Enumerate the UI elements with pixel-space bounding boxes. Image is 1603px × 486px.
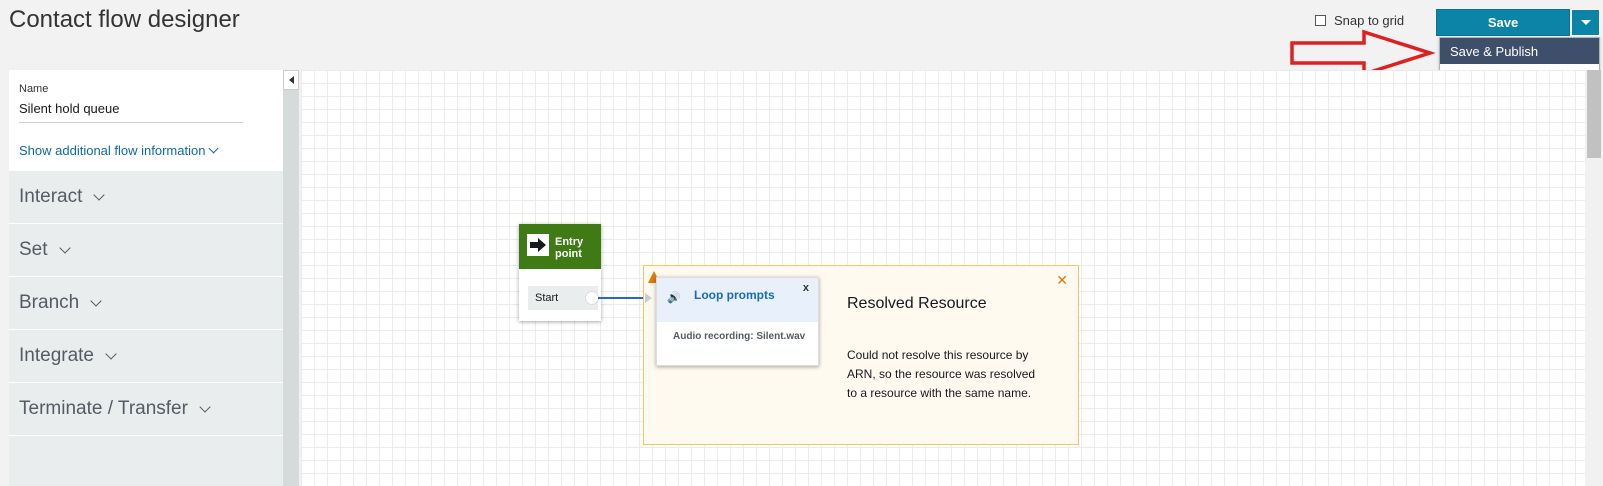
snap-to-grid-toggle[interactable]: Snap to grid [1315, 13, 1404, 28]
menu-item-save-publish[interactable]: Save & Publish [1440, 38, 1599, 64]
flow-name-field[interactable]: Silent hold queue [19, 101, 119, 116]
chevron-down-icon [1580, 20, 1591, 25]
entry-point-block[interactable]: Entry point Start [519, 224, 601, 321]
connector-arrowhead [645, 293, 652, 303]
section-integrate[interactable]: Integrate [9, 329, 283, 382]
loop-prompts-audio: Audio recording: Silent.wav [673, 331, 806, 342]
snap-checkbox[interactable] [1315, 15, 1326, 26]
chevron-down-icon [199, 401, 211, 413]
name-underline [19, 122, 243, 123]
section-empty [9, 435, 283, 486]
warning-title: Resolved Resource [847, 295, 987, 312]
speaker-loop-icon: 🔊 [667, 292, 681, 304]
show-additional-info-label: Show additional flow information [19, 143, 206, 158]
snap-label: Snap to grid [1334, 13, 1405, 28]
entry-title-line1: Entry [555, 236, 584, 248]
section-label: Integrate [19, 345, 94, 366]
chevron-down-icon [90, 295, 102, 307]
collapse-panel-button[interactable] [283, 70, 299, 90]
loop-prompts-block[interactable]: 🔊 Loop prompts x Audio recording: Silent… [656, 277, 819, 366]
block-library-panel: Name Silent hold queue Show additional f… [9, 70, 283, 486]
close-icon[interactable]: x [803, 282, 809, 294]
section-label: Branch [19, 292, 80, 313]
section-interact[interactable]: Interact [9, 170, 283, 223]
entry-point-title: Entry point [555, 236, 583, 260]
warning-message: Could not resolve this resource by ARN, … [847, 348, 1036, 400]
page-title: Contact flow designer [9, 6, 240, 33]
chevron-down-icon [93, 189, 106, 201]
section-label: Terminate / Transfer [19, 398, 188, 419]
entry-point-header: Entry point [519, 224, 601, 269]
scrollbar-thumb[interactable] [1587, 70, 1601, 158]
section-label: Interact [19, 186, 83, 207]
close-icon[interactable]: ✕ [1056, 272, 1068, 289]
chevron-left-icon [288, 76, 294, 84]
section-label: Set [19, 239, 48, 260]
show-additional-info-link[interactable]: Show additional flow information [19, 143, 219, 158]
panel-collapse-strip [283, 70, 299, 486]
name-label: Name [19, 83, 49, 95]
loop-prompts-header: 🔊 Loop prompts x [657, 278, 818, 322]
output-port[interactable] [585, 291, 599, 305]
section-branch[interactable]: Branch [9, 276, 283, 329]
chevron-down-icon [105, 348, 117, 360]
entry-title-line2: point [555, 248, 582, 260]
loop-prompts-title: Loop prompts [694, 288, 775, 302]
chevron-down-icon [208, 143, 219, 154]
section-terminate-transfer[interactable]: Terminate / Transfer [9, 382, 283, 435]
flow-name-block: Name Silent hold queue Show additional f… [9, 70, 283, 170]
section-set[interactable]: Set [9, 223, 283, 276]
save-button[interactable]: Save [1436, 9, 1570, 36]
save-dropdown-button[interactable] [1571, 9, 1600, 36]
arrow-right-icon [527, 234, 549, 256]
chevron-down-icon [58, 242, 71, 254]
